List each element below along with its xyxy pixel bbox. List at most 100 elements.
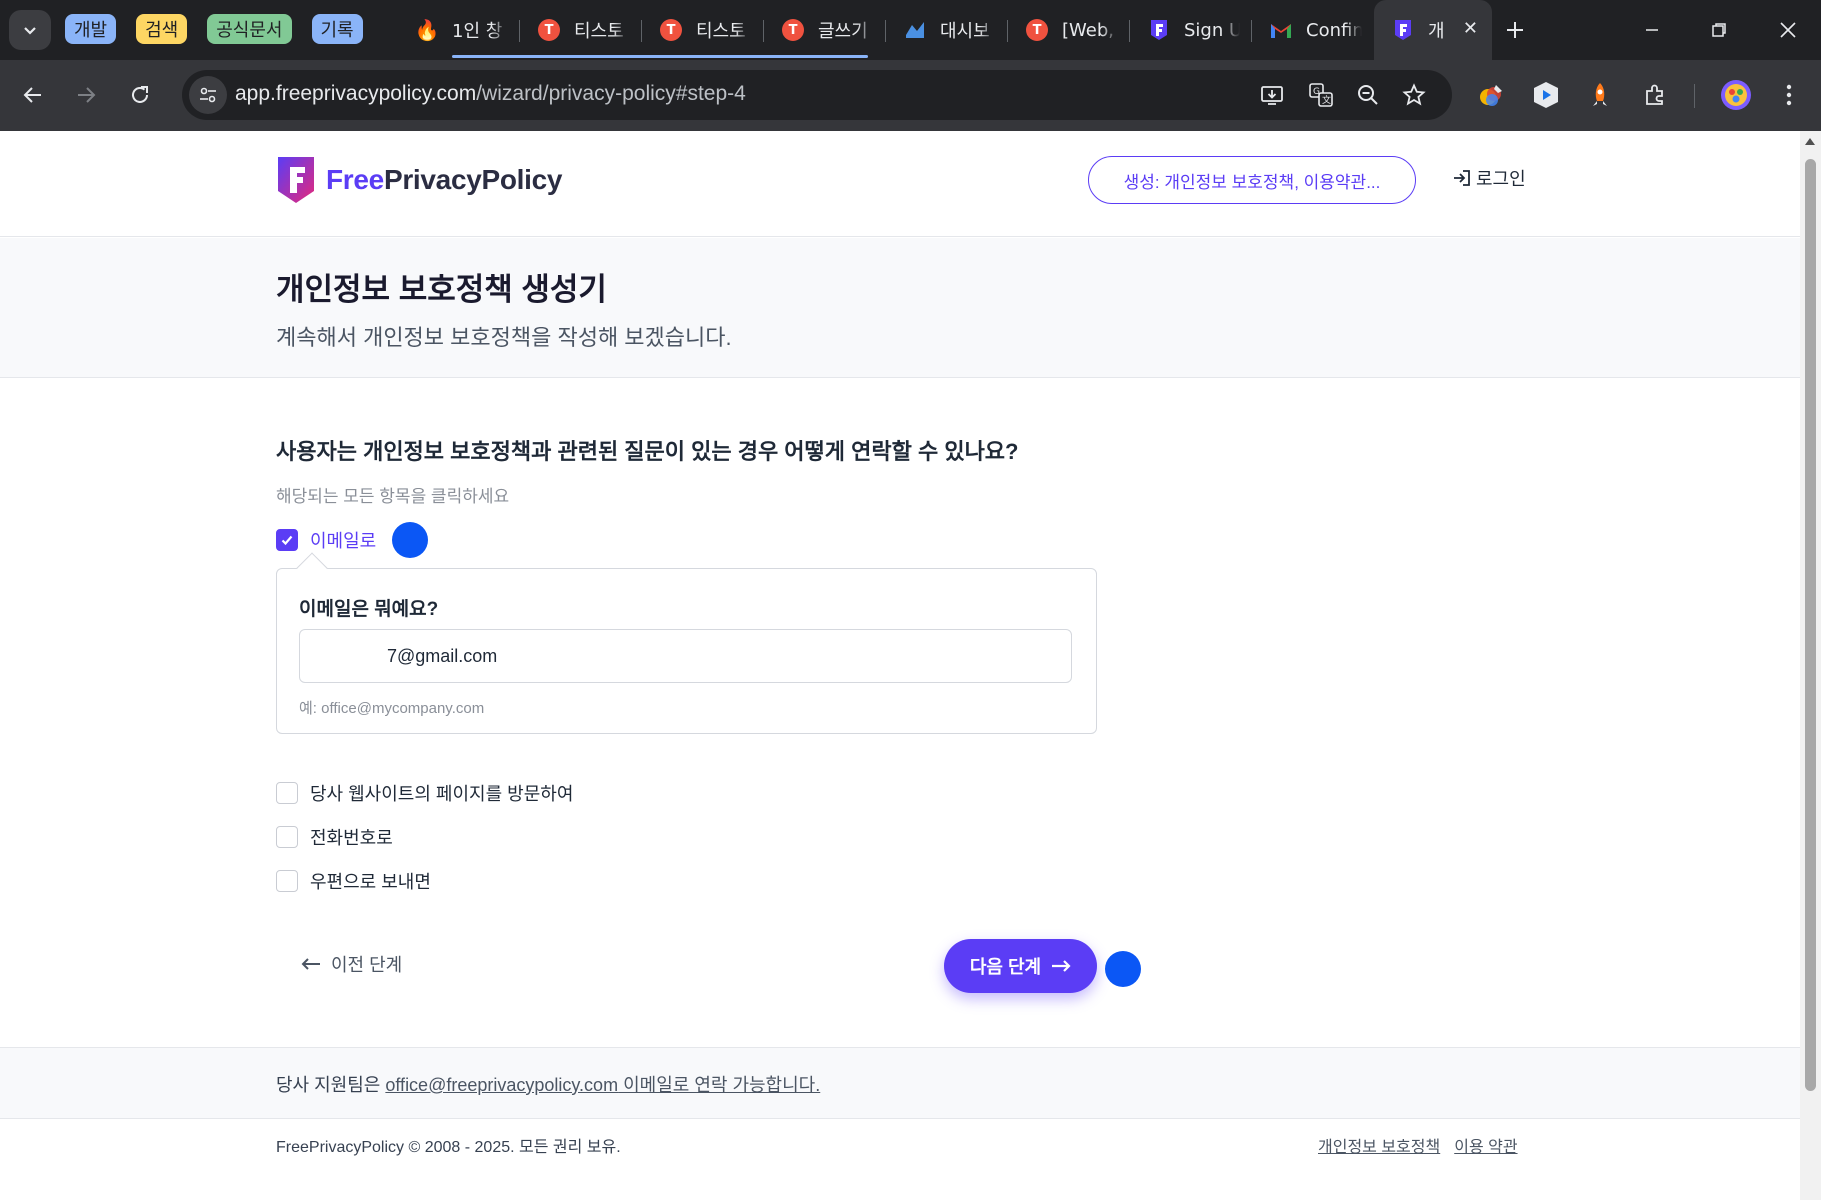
phone-checkbox[interactable] <box>276 826 298 848</box>
footer-privacy-link[interactable]: 개인정보 보호정책 <box>1318 1133 1440 1157</box>
extension-player-button[interactable] <box>1528 77 1564 113</box>
option-phone[interactable]: 전화번호로 <box>276 824 393 850</box>
browser-tab-bar: 개발 검색 공식문서 기록 🔥 1인 창 T 티스토 T 티스토 T 글쓰기 대… <box>0 0 1821 60</box>
star-icon <box>1402 83 1426 106</box>
tab-group-dev[interactable]: 개발 <box>65 14 117 44</box>
reload-icon <box>132 86 148 103</box>
email-input[interactable] <box>299 629 1072 683</box>
toolbar-divider <box>1694 84 1695 108</box>
close-tab-icon[interactable]: ✕ <box>1463 18 1478 39</box>
freeprivacypolicy-icon <box>1148 19 1170 41</box>
support-prefix: 당사 지원팀은 <box>276 1075 386 1095</box>
footer-links: 개인정보 보호정책 이용 약관 <box>1318 1133 1518 1157</box>
email-question: 이메일은 뭐예요? <box>299 599 439 620</box>
scroll-up-arrow[interactable] <box>1805 138 1815 145</box>
close-window-button[interactable] <box>1768 10 1808 50</box>
site-info-button[interactable] <box>189 76 227 114</box>
tab-title: 글쓰기 <box>818 21 868 42</box>
email-example: 예: office@mycompany.com <box>299 700 485 717</box>
page-scrollbar[interactable] <box>1800 131 1821 1200</box>
zoom-button[interactable] <box>1354 81 1382 109</box>
browser-tab[interactable]: T 티스토 <box>642 0 764 60</box>
svg-text:G: G <box>1313 87 1320 97</box>
mail-checkbox[interactable] <box>276 870 298 892</box>
tab-group-search[interactable]: 검색 <box>136 14 188 44</box>
option-phone-label[interactable]: 전화번호로 <box>310 824 393 850</box>
footer-copyright: FreePrivacyPolicy © 2008 - 2025. 모든 권리 보… <box>276 1139 621 1156</box>
contact-question: 사용자는 개인정보 보호정책과 관련된 질문이 있는 경우 어떻게 연락할 수 … <box>276 439 1019 464</box>
address-bar[interactable]: app.freeprivacypolicy.com/wizard/privacy… <box>182 70 1452 120</box>
option-mail[interactable]: 우편으로 보내면 <box>276 868 431 894</box>
option-email[interactable]: 이메일로 <box>276 527 376 553</box>
previous-step-button[interactable]: 이전 단계 <box>301 951 402 977</box>
back-button[interactable] <box>12 74 54 116</box>
browser-menu-button[interactable] <box>1771 77 1807 113</box>
email-checkbox[interactable] <box>276 529 298 551</box>
option-mail-label[interactable]: 우편으로 보내면 <box>310 868 431 894</box>
puzzle-icon <box>1646 84 1663 105</box>
option-website[interactable]: 당사 웹사이트의 페이지를 방문하여 <box>276 780 573 806</box>
tab-title: Confin <box>1306 19 1362 41</box>
extension-color-button[interactable] <box>1474 77 1510 113</box>
browser-tab[interactable]: T 글쓰기 <box>764 0 886 60</box>
dashboard-icon <box>904 19 926 41</box>
new-tab-button[interactable] <box>1498 13 1532 47</box>
option-email-label[interactable]: 이메일로 <box>310 527 376 553</box>
checkmark-icon <box>281 535 293 546</box>
translate-button[interactable]: G文 <box>1307 81 1335 109</box>
translate-icon: G文 <box>1309 83 1333 107</box>
tab-group-docs[interactable]: 공식문서 <box>207 14 292 44</box>
create-policy-button[interactable]: 생성: 개인정보 보호정책, 이용약관... <box>1088 156 1416 204</box>
browser-tab[interactable]: 🔥 1인 창 <box>398 0 520 60</box>
browser-tab[interactable]: 대시보 <box>886 0 1008 60</box>
fire-icon: 🔥 <box>414 18 440 42</box>
support-email-link[interactable]: office@freeprivacypolicy.com <box>385 1075 618 1095</box>
play-shield-icon <box>1534 82 1558 108</box>
tab-title: 티스토 <box>574 21 624 42</box>
site-logo[interactable]: FreePrivacyPolicy <box>276 155 562 205</box>
tab-group-records[interactable]: 기록 <box>311 14 363 44</box>
hero-section: 개인정보 보호정책 생성기 계속해서 개인정보 보호정책을 작성해 보겠습니다. <box>0 238 1800 378</box>
zoom-out-icon <box>1358 85 1378 105</box>
tab-title: 티스토 <box>696 21 746 42</box>
tistory-icon: T <box>660 19 682 41</box>
tab-title: Sign U <box>1184 19 1240 41</box>
web-page: FreePrivacyPolicy 생성: 개인정보 보호정책, 이용약관...… <box>0 131 1800 1200</box>
browser-tab[interactable]: Confin <box>1252 0 1374 60</box>
extensions-menu-button[interactable] <box>1637 77 1673 113</box>
footer-terms-link[interactable]: 이용 약관 <box>1454 1133 1517 1157</box>
browser-tab[interactable]: T 티스토 <box>520 0 642 60</box>
browser-tab[interactable]: Sign U <box>1130 0 1252 60</box>
support-text: 당사 지원팀은 office@freeprivacypolicy.com 이메일… <box>276 1071 820 1097</box>
support-section: 당사 지원팀은 office@freeprivacypolicy.com 이메일… <box>0 1047 1800 1119</box>
page-subtitle: 계속해서 개인정보 보호정책을 작성해 보겠습니다. <box>276 325 732 350</box>
more-vert-icon <box>1786 84 1792 106</box>
scroll-thumb[interactable] <box>1805 159 1816 1091</box>
rocket-icon <box>1593 83 1607 106</box>
support-suffix[interactable]: 이메일로 연락 가능합니다. <box>618 1075 820 1095</box>
browser-tab-active[interactable]: 개 ✕ <box>1374 0 1492 60</box>
next-step-button[interactable]: 다음 단계 <box>944 939 1097 993</box>
bookmark-button[interactable] <box>1400 81 1428 109</box>
forward-button[interactable] <box>65 74 107 116</box>
forward-arrow-icon <box>78 87 96 103</box>
tab-title: 대시보 <box>940 21 990 42</box>
option-website-label[interactable]: 당사 웹사이트의 페이지를 방문하여 <box>310 780 573 806</box>
minimize-button[interactable] <box>1632 10 1672 50</box>
login-link[interactable]: 로그인 <box>1452 165 1526 191</box>
restore-button[interactable] <box>1699 10 1739 50</box>
tab-search-button[interactable] <box>9 10 51 50</box>
install-app-button[interactable] <box>1258 81 1286 109</box>
back-arrow-icon <box>23 87 41 103</box>
website-checkbox[interactable] <box>276 782 298 804</box>
gmail-icon <box>1270 19 1292 41</box>
logo-text-free: Free <box>326 164 384 195</box>
subpanel-pointer <box>296 552 328 584</box>
url-host: app.freeprivacypolicy.com <box>235 82 477 105</box>
browser-tab[interactable]: T [Web, <box>1008 0 1130 60</box>
url-text[interactable]: app.freeprivacypolicy.com/wizard/privacy… <box>235 82 746 106</box>
extension-rocket-button[interactable] <box>1582 77 1618 113</box>
browser-toolbar: app.freeprivacypolicy.com/wizard/privacy… <box>0 60 1821 131</box>
reload-button[interactable] <box>119 74 161 116</box>
profile-avatar-button[interactable] <box>1718 77 1754 113</box>
